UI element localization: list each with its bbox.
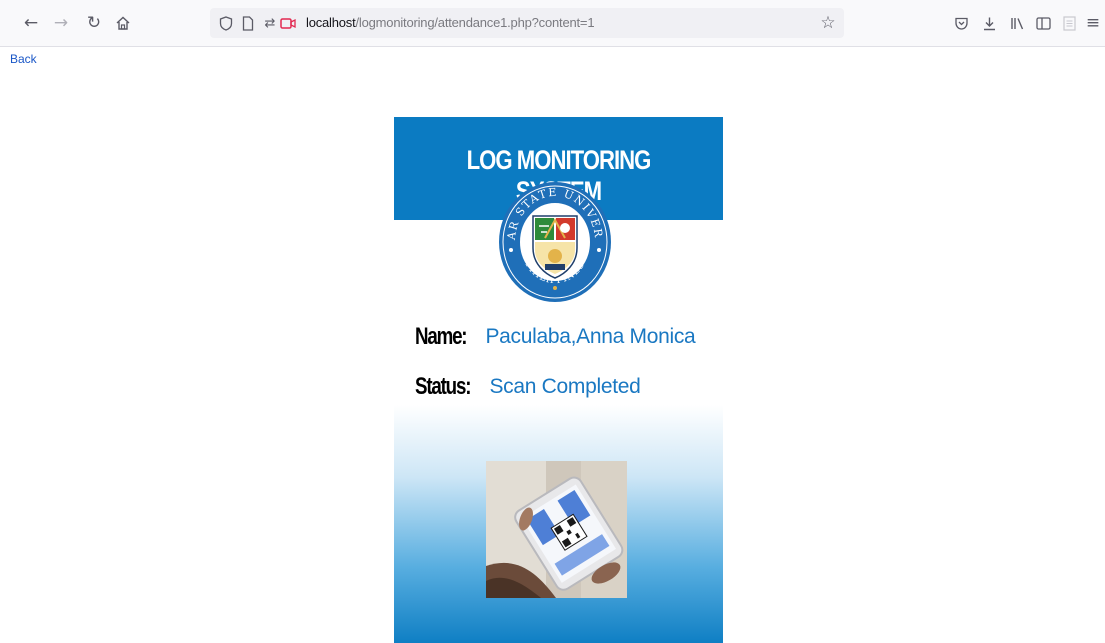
download-icon[interactable] bbox=[978, 12, 1000, 34]
pocket-icon[interactable] bbox=[950, 12, 972, 34]
url-bar[interactable]: ⇄ localhost/logmonitoring/attendance1.ph… bbox=[210, 8, 844, 38]
name-field: Name: Paculaba,Anna Monica bbox=[415, 323, 696, 351]
status-field: Status: Scan Completed bbox=[415, 373, 641, 401]
back-arrow-icon[interactable]: ← bbox=[20, 12, 42, 34]
bookmark-star-icon[interactable]: ☆ bbox=[818, 13, 838, 33]
back-link[interactable]: Back bbox=[10, 52, 37, 66]
menu-icon[interactable]: ≡ bbox=[1082, 12, 1104, 34]
permissions-icon[interactable]: ⇄ bbox=[262, 15, 278, 31]
university-seal-logo: SAMAR STATE UNIVERSITY PHILIPPINES bbox=[491, 170, 613, 304]
name-value: Paculaba,Anna Monica bbox=[485, 325, 696, 348]
status-label: Status: bbox=[415, 373, 471, 400]
camera-feed-image bbox=[486, 461, 627, 598]
page-icon[interactable] bbox=[240, 15, 256, 31]
library-icon[interactable] bbox=[1006, 12, 1028, 34]
url-text[interactable]: localhost/logmonitoring/attendance1.php?… bbox=[306, 15, 595, 30]
camera-sharing-icon[interactable] bbox=[280, 15, 296, 31]
status-value: Scan Completed bbox=[489, 375, 641, 398]
browser-toolbar: ← → ↻ ⇄ localhost/logmonitoring/attendan… bbox=[0, 0, 1105, 47]
home-icon[interactable] bbox=[112, 12, 134, 34]
id-card: LOG MONITORING SYSTEM SAMAR STATE UNIVER… bbox=[394, 117, 723, 643]
sidebar-icon[interactable] bbox=[1032, 12, 1054, 34]
extension-icon[interactable] bbox=[1058, 12, 1080, 34]
url-host: localhost bbox=[306, 15, 356, 30]
shield-icon[interactable] bbox=[218, 15, 234, 31]
url-path: /logmonitoring/attendance1.php?content=1 bbox=[355, 15, 595, 30]
name-label: Name: bbox=[415, 323, 468, 350]
forward-arrow-icon[interactable]: → bbox=[50, 12, 72, 34]
reload-icon[interactable]: ↻ bbox=[83, 12, 105, 34]
